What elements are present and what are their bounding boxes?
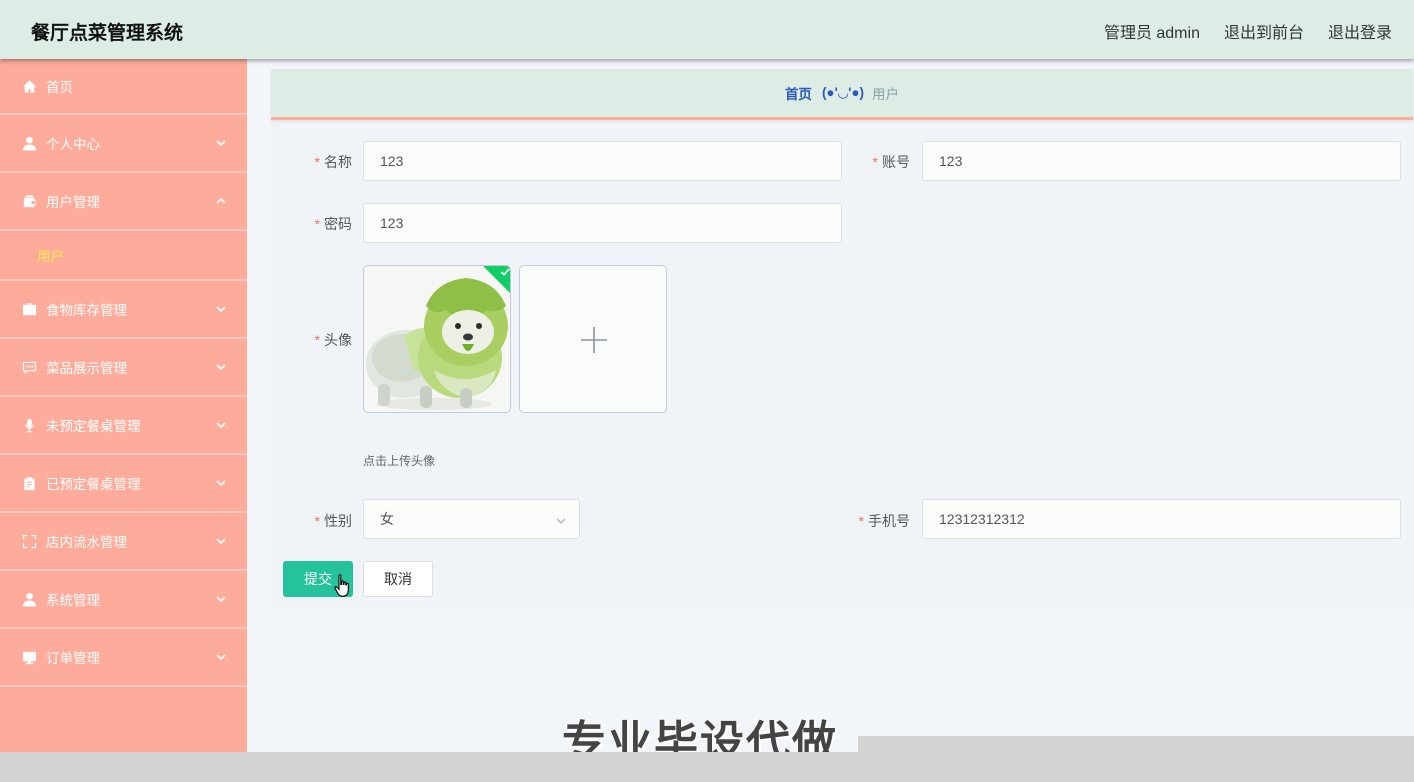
sidebar-item-label: 系统管理 <box>46 593 100 608</box>
gender-label: * 性别 <box>314 513 352 529</box>
sidebar-item-food-inventory[interactable]: 食物库存管理 <box>0 281 247 339</box>
avatar-preview[interactable] <box>363 265 511 413</box>
sidebar-item-reserved-tables[interactable]: 已预定餐桌管理 <box>0 455 247 513</box>
user-icon <box>21 591 37 607</box>
sidebar-item-dish-display[interactable]: 菜品展示管理 <box>0 339 247 397</box>
sidebar-item-label: 食物库存管理 <box>46 303 127 318</box>
chevron-down-icon <box>215 477 227 489</box>
sidebar-item-store-flow[interactable]: 店内流水管理 <box>0 513 247 571</box>
gender-select[interactable]: 女 <box>363 499 580 539</box>
sidebar-item-home[interactable]: 首页 <box>0 59 247 115</box>
account-label: * 账号 <box>872 154 910 170</box>
gender-selected-value: 女 <box>380 511 394 527</box>
clipboard-icon <box>21 475 37 491</box>
microphone-icon <box>21 417 37 433</box>
plus-icon <box>581 327 607 353</box>
chevron-up-icon <box>215 195 227 207</box>
chevron-down-icon <box>215 535 227 547</box>
sidebar-item-label: 首页 <box>46 80 73 95</box>
sidebar-item-order-management[interactable]: 订单管理 <box>0 629 247 687</box>
breadcrumb: 首页 (●'◡'●) 用户 <box>271 69 1413 120</box>
bottom-gray-bar <box>0 752 1414 782</box>
chevron-down-icon <box>215 593 227 605</box>
breadcrumb-current: 用户 <box>872 87 900 102</box>
name-label: * 名称 <box>314 154 352 170</box>
phone-label: * 手机号 <box>858 513 910 529</box>
sidebar-item-label: 用户管理 <box>46 195 100 210</box>
chevron-down-icon <box>555 514 567 526</box>
wallet-icon <box>21 193 37 209</box>
app-title: 餐厅点菜管理系统 <box>31 23 184 44</box>
chevron-down-icon <box>215 137 227 149</box>
bottom-overlay-bar <box>858 736 1414 752</box>
sidebar-item-personal-center[interactable]: 个人中心 <box>0 115 247 173</box>
fullscreen-icon <box>21 533 37 549</box>
top-nav: 管理员 admin 退出到前台 退出登录 <box>1104 19 1392 43</box>
sidebar-item-label: 店内流水管理 <box>46 535 127 550</box>
sidebar-item-label: 未预定餐桌管理 <box>46 419 141 434</box>
sidebar-item-system-management[interactable]: 系统管理 <box>0 571 247 629</box>
sidebar-item-unreserved-tables[interactable]: 未预定餐桌管理 <box>0 397 247 455</box>
chevron-down-icon <box>215 303 227 315</box>
cancel-button[interactable]: 取消 <box>363 561 433 597</box>
check-icon <box>500 268 510 276</box>
top-header: 餐厅点菜管理系统 管理员 admin 退出到前台 退出登录 <box>0 0 1414 59</box>
chevron-down-icon <box>215 651 227 663</box>
avatar-image <box>364 266 510 412</box>
avatar-upload-button[interactable] <box>519 265 667 413</box>
avatar-label: * 头像 <box>314 332 352 348</box>
breadcrumb-home[interactable]: 首页 <box>785 83 812 103</box>
account-input[interactable]: 123 <box>922 141 1401 181</box>
phone-input[interactable]: 12312312312 <box>922 499 1401 539</box>
monitor-icon <box>21 649 37 665</box>
chevron-down-icon <box>215 361 227 373</box>
password-input[interactable]: 123 <box>363 203 842 243</box>
password-label: * 密码 <box>314 216 352 232</box>
avatar-upload-tip: 点击上传头像 <box>363 454 436 468</box>
breadcrumb-emoji: (●'◡'●) <box>821 85 865 100</box>
sidebar-menu: 首页 个人中心 用户管理 用户 食物库存管理 菜品展示管理 未预定餐桌管理 已预… <box>0 59 247 752</box>
exit-to-frontend-link[interactable]: 退出到前台 <box>1224 19 1304 43</box>
chat-icon <box>21 359 37 375</box>
sidebar-item-label: 已预定餐桌管理 <box>46 477 141 492</box>
current-user-label: 管理员 admin <box>1103 25 1200 42</box>
sidebar-item-user-management[interactable]: 用户管理 <box>0 173 247 231</box>
name-input[interactable]: 123 <box>363 141 842 181</box>
logout-link[interactable]: 退出登录 <box>1328 19 1392 43</box>
user-icon <box>21 135 37 151</box>
briefcase-icon <box>21 301 37 317</box>
sidebar-item-label: 个人中心 <box>46 137 100 152</box>
sidebar-item-label: 菜品展示管理 <box>46 361 127 376</box>
sidebar-item-label: 订单管理 <box>46 651 100 666</box>
home-icon <box>21 78 37 94</box>
sidebar-subitem-users[interactable]: 用户 <box>0 231 247 281</box>
hand-cursor-icon <box>334 574 349 597</box>
chevron-down-icon <box>215 419 227 431</box>
